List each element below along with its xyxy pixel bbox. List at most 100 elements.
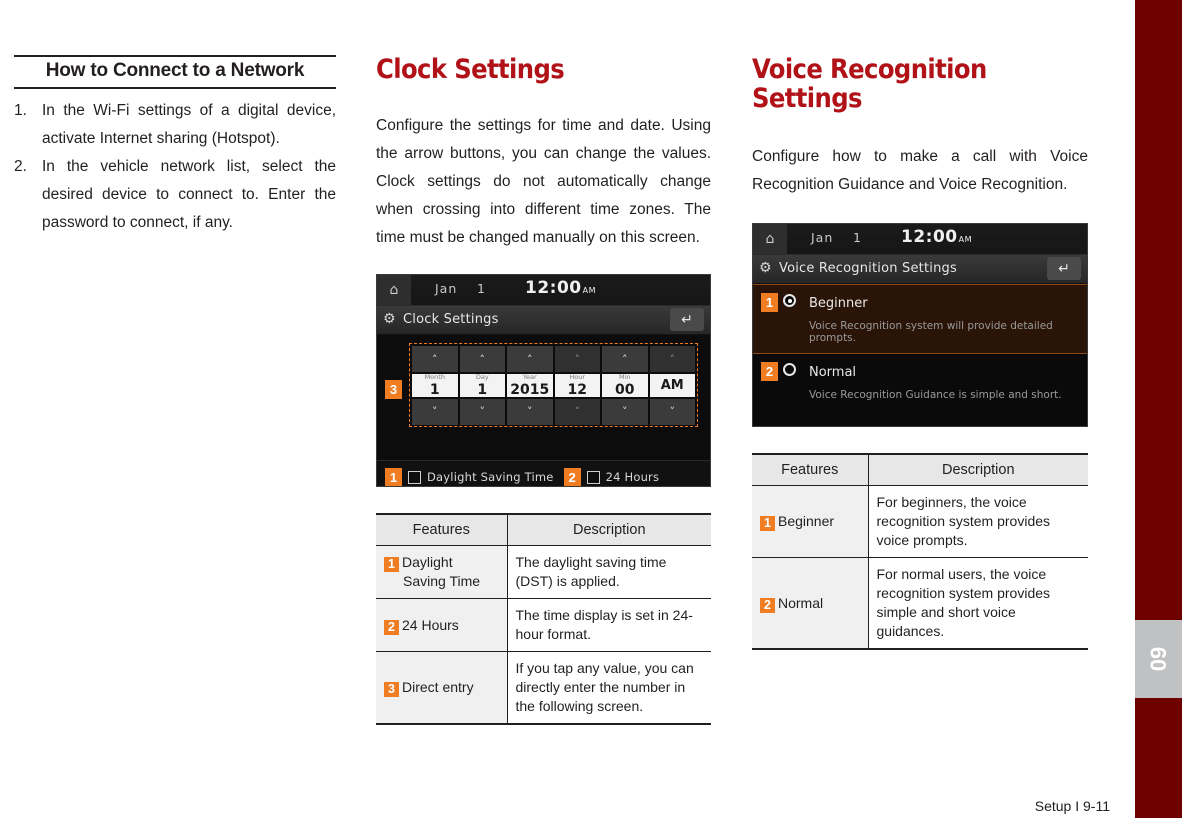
device-title-bar: ⚙ Voice Recognition Settings ↵ [753,255,1087,285]
status-day: 1 [477,281,485,297]
status-clock: 12:00AM [525,278,596,298]
callout-badge-1: 1 [385,467,402,487]
device-title: Voice Recognition Settings [779,261,957,277]
option-beginner[interactable]: 1 Beginner Voice Recognition system will… [753,284,1087,355]
callout-badge-2: 2 [563,467,581,487]
24-hours-label: 24 Hours [605,470,660,485]
status-date: Jan [435,281,458,297]
row-badge-2: 2 [384,619,399,635]
month-down-button[interactable]: ˅ [412,398,458,425]
hour-value-cell[interactable]: Hour 12 [554,374,600,398]
month-value-cell[interactable]: Month 1 [412,374,458,397]
normal-radio[interactable] [783,363,796,377]
voice-recognition-features-table: Features Description 1 Beginner For begin… [752,453,1088,651]
back-arrow-icon[interactable]: ↵ [670,308,704,332]
spinner-year: ˄ Year 2015 ˅ [507,346,553,425]
table-row: 1 Daylight Saving Time The daylight savin… [376,545,711,600]
voice-recognition-intro: Configure how to make a call with Voice … [752,148,1088,194]
month-label: Month [424,373,445,382]
year-up-button[interactable]: ˄ [507,346,553,373]
table-header-row: Features Description [752,453,1088,487]
direct-entry-region[interactable]: ˄ Month 1 ˅ ˄ Day 1 ˅ ˄ Year 2015 ˅ ˄ Ho… [409,343,698,428]
datetime-spinner-grid: ˄ Month 1 ˅ ˄ Day 1 ˅ ˄ Year 2015 ˅ ˄ Ho… [412,346,695,425]
spinner-day: ˄ Day 1 ˅ [459,346,505,425]
clock-spinner-area: 3 ˄ Month 1 ˅ ˄ Day 1 ˅ ˄ Year 2015 ˅ ˄ … [377,335,710,461]
feature-cell: 1 Beginner [752,485,869,559]
ampm-value-cell[interactable]: AM [649,374,695,397]
column-left: How to Connect to a Network 1. In the Wi… [14,55,336,237]
status-clock: 12:00AM [901,227,972,247]
column-right: Voice Recognition Settings Configure how… [752,54,1088,651]
hour-down-button[interactable]: ˅ [554,398,600,425]
device-title-bar: ⚙ Clock Settings ↵ [377,306,710,336]
list-item: 2. In the vehicle network list, select t… [14,153,336,237]
feature-cell: 2 Normal [752,557,869,651]
year-value: 2015 [510,381,550,398]
day-value-cell[interactable]: Day 1 [459,373,505,397]
page-content: How to Connect to a Network 1. In the Wi… [0,0,1135,818]
normal-description: Voice Recognition Guidance is simple and… [809,389,1062,402]
clock-settings-intro: Configure the settings for time and date… [376,117,711,247]
description-cell: The time display is set in 24-hour forma… [507,598,711,653]
row-badge-1: 1 [760,516,775,532]
day-up-button[interactable]: ˄ [459,346,505,373]
home-icon[interactable]: ⌂ [753,224,787,255]
feature-label-line2: Saving Time [403,573,481,590]
day-down-button[interactable]: ˅ [459,398,505,425]
back-arrow-icon[interactable]: ↵ [1047,257,1081,281]
feature-label: 24 Hours [402,616,459,633]
spinner-ampm: ˄ AM ˅ [649,346,695,425]
gear-icon: ⚙ [759,260,772,277]
month-up-button[interactable]: ˄ [412,346,458,373]
clock-options-bar: 1 Daylight Saving Time 2 24 Hours [377,460,710,487]
connect-steps-list: 1. In the Wi-Fi settings of a digital de… [14,97,336,237]
status-time: 12:00 [901,227,958,248]
status-time: 12:00 [525,278,582,299]
ampm-down-button[interactable]: ˅ [649,398,695,425]
device-status-bar: ⌂ Jan 1 12:00AM [753,224,1087,256]
hour-up-button[interactable]: ˄ [554,346,600,373]
hour-value: 12 [567,381,587,398]
list-item-number: 1. [14,101,27,119]
gear-icon: ⚙ [383,311,396,328]
list-item-text: In the Wi-Fi settings of a digital devic… [42,101,336,147]
voice-recognition-options: 1 Beginner Voice Recognition system will… [753,284,1087,427]
table-row: 1 Beginner For beginners, the voice recog… [752,485,1088,559]
minute-down-button[interactable]: ˅ [602,398,648,425]
table-row: 3 Direct entry If you tap any value, you … [376,651,711,726]
minute-up-button[interactable]: ˄ [602,346,648,373]
ampm-up-button[interactable]: ˄ [649,346,695,373]
voice-recognition-screenshot: ⌂ Jan 1 12:00AM ⚙ Voice Recognition Sett… [752,223,1088,428]
24-hours-checkbox[interactable] [586,470,600,484]
chapter-tab: 09 [1135,620,1182,698]
option-normal[interactable]: 2 Normal Voice Recognition Guidance is s… [753,354,1087,410]
feature-label: Normal [778,594,824,611]
row-badge-3: 3 [384,682,399,698]
normal-label: Normal [809,365,857,381]
clock-features-table: Features Description 1 Daylight Saving Ti… [376,513,711,726]
column-header-description: Description [507,513,711,547]
beginner-label: Beginner [809,296,868,312]
heading-line-1: Voice Recognition [752,54,987,85]
year-value-cell[interactable]: Year 2015 [507,374,553,397]
feature-cell: 2 24 Hours [376,598,508,653]
feature-cell: 3 Direct entry [376,651,508,726]
home-icon[interactable]: ⌂ [377,275,411,306]
callout-badge-1: 1 [761,293,778,313]
section-heading-clock-settings: Clock Settings [376,54,565,85]
spinner-month: ˄ Month 1 ˅ [412,346,458,425]
year-down-button[interactable]: ˅ [507,398,553,425]
minute-value-cell[interactable]: Min 00 [602,374,648,397]
daylight-saving-checkbox[interactable] [408,470,421,484]
day-label: Day [475,373,489,382]
feature-label: Daylight [402,554,453,571]
heading-line-2: Settings [752,83,862,115]
minute-label: Min [618,373,631,382]
list-item-number: 2. [14,157,27,175]
beginner-radio[interactable] [783,294,796,308]
year-label: Year [522,373,537,382]
callout-badge-3: 3 [385,380,402,400]
spinner-hour: ˄ Hour 12 ˅ [554,346,600,425]
table-row: 2 Normal For normal users, the voice reco… [752,557,1088,651]
description-cell: The daylight saving time (DST) is applie… [507,545,711,600]
